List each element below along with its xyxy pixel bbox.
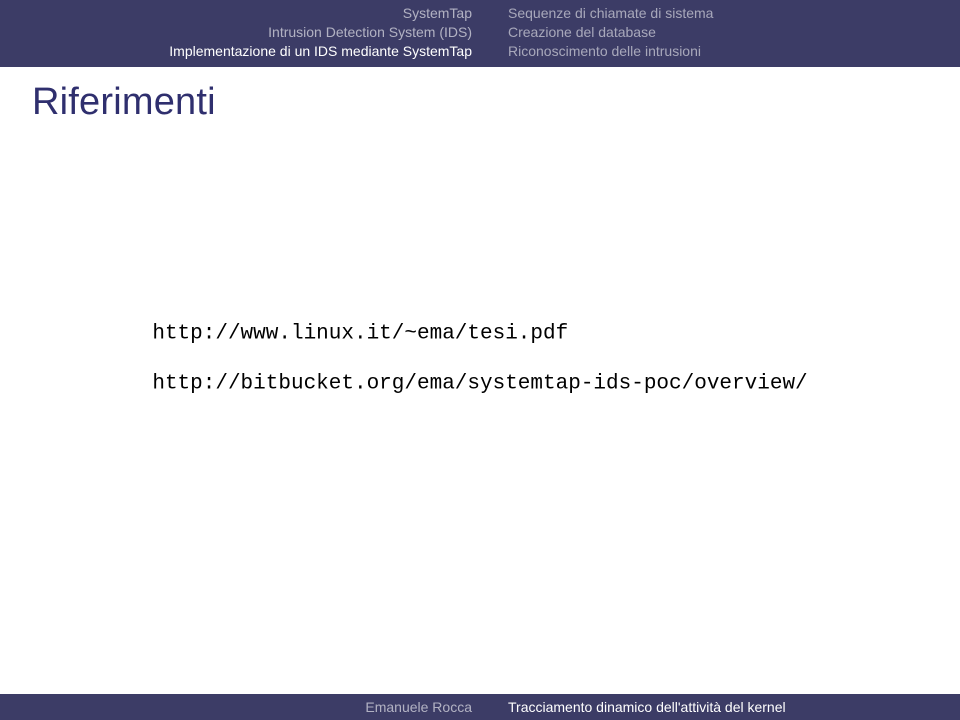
- nav-sub-creazione[interactable]: Creazione del database: [508, 23, 960, 42]
- reference-link-thesis[interactable]: http://www.linux.it/~ema/tesi.pdf: [152, 320, 807, 350]
- nav-section-systemtap[interactable]: SystemTap: [0, 4, 472, 23]
- footer-talk-title: Tracciamento dinamico dell'attività del …: [490, 694, 960, 720]
- footer-author: Emanuele Rocca: [0, 694, 490, 720]
- nav-section-ids[interactable]: Intrusion Detection System (IDS): [0, 23, 472, 42]
- nav-sub-sequenze[interactable]: Sequenze di chiamate di sistema: [508, 4, 960, 23]
- header-right-column: Sequenze di chiamate di sistema Creazion…: [490, 4, 960, 61]
- slide-title: Riferimenti: [0, 67, 960, 124]
- slide-body: http://www.linux.it/~ema/tesi.pdf http:/…: [152, 320, 807, 401]
- slide-header: SystemTap Intrusion Detection System (ID…: [0, 0, 960, 67]
- nav-sub-riconoscimento[interactable]: Riconoscimento delle intrusioni: [508, 42, 960, 61]
- slide: SystemTap Intrusion Detection System (ID…: [0, 0, 960, 720]
- reference-link-bitbucket[interactable]: http://bitbucket.org/ema/systemtap-ids-p…: [152, 370, 807, 400]
- slide-footer: Emanuele Rocca Tracciamento dinamico del…: [0, 694, 960, 720]
- nav-section-implementazione[interactable]: Implementazione di un IDS mediante Syste…: [0, 42, 472, 61]
- header-left-column: SystemTap Intrusion Detection System (ID…: [0, 4, 490, 61]
